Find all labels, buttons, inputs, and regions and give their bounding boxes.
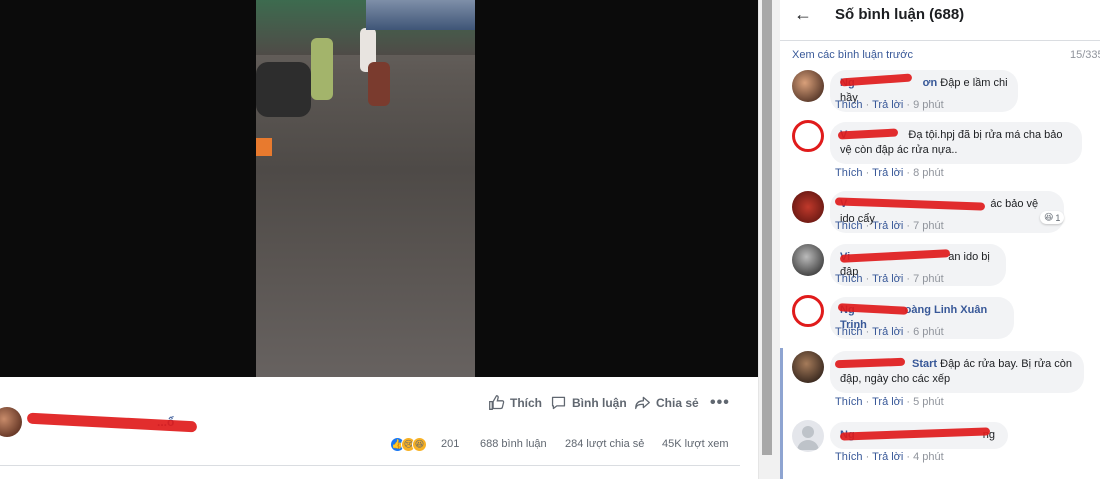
comment-label: Bình luận [572,395,627,410]
back-arrow-icon[interactable]: ← [794,4,812,25]
comment-author-tail[interactable]: ơn [923,77,938,89]
comments-panel: ← Số bình luận (688) Xem các bình luận t… [780,0,1100,479]
like-link[interactable]: Thích [835,326,863,338]
like-link[interactable]: Thích [835,99,863,111]
comment-pagination: 15/335 [1070,49,1100,61]
comment-actions: Thích · Trả lời · 6 phút [835,326,944,338]
avatar[interactable] [792,244,824,276]
comment-author-tail[interactable]: oàng [905,304,931,316]
facebook-video-viewer: Thích Bình luận Chia sẻ ••• ...ổ 👍 😢 😆 2… [0,0,1100,479]
comment-author-tail[interactable]: Start [912,358,937,370]
more-icon[interactable]: ••• [710,394,730,412]
reaction-count: 1 [1055,212,1061,223]
comment-time[interactable]: 7 phút [913,273,944,285]
comment-actions: Thích · Trả lời · 5 phút [835,396,944,408]
avatar[interactable] [792,191,824,223]
share-label: Chia sẻ [656,395,699,410]
reactions-count[interactable]: 201 [441,438,459,450]
avatar[interactable] [792,70,824,102]
like-link[interactable]: Thích [835,396,863,408]
comment-icon [551,396,566,410]
haha-reaction-icon: 😆 [1044,212,1054,222]
scene-motorbike [256,62,311,117]
haha-reaction-icon: 😆 [412,437,427,452]
share-icon [635,396,650,410]
comment-time[interactable]: 6 phút [913,326,944,338]
comment-time[interactable]: 7 phút [913,220,944,232]
comment-actions: Thích · Trả lời · 7 phút [835,220,944,232]
like-link[interactable]: Thích [835,273,863,285]
comment-time[interactable]: 4 phút [913,451,944,463]
divider [780,40,1100,41]
scene-person [368,62,390,106]
scene-person [311,38,333,100]
like-link[interactable]: Thích [835,167,863,179]
video-frame[interactable] [256,0,475,377]
avatar[interactable] [792,295,824,327]
reply-link[interactable]: Trả lời [872,220,903,232]
like-link[interactable]: Thích [835,220,863,232]
shares-count[interactable]: 284 lượt chia sẻ [565,438,644,450]
divider [0,465,740,466]
like-button[interactable]: Thích [488,394,542,411]
comment-time[interactable]: 5 phút [913,396,944,408]
view-previous-comments-link[interactable]: Xem các bình luận trước [792,49,913,61]
scene-object [256,138,272,156]
comment-bubble: V Đạ tội.hpj đã bị rửa má cha bảo vệ còn… [830,122,1082,164]
avatar[interactable] [792,351,824,383]
comment-actions: Thích · Trả lời · 4 phút [835,451,944,463]
reply-thread-line [780,348,783,479]
reply-link[interactable]: Trả lời [872,451,903,463]
reply-link[interactable]: Trả lời [872,396,903,408]
post-stats: 👍 😢 😆 201 688 bình luận 284 lượt chia sẻ… [390,437,740,453]
avatar[interactable] [792,120,824,152]
comment-actions: Thích · Trả lời · 9 phút [835,99,944,111]
comment-actions: Thích · Trả lời · 7 phút [835,273,944,285]
avatar[interactable] [792,420,824,452]
post-footer: Thích Bình luận Chia sẻ ••• ...ổ 👍 😢 😆 2… [0,377,758,479]
panel-title: Số bình luận (688) [835,6,965,23]
comments-count[interactable]: 688 bình luận [480,438,547,450]
scrollbar-thumb[interactable] [762,0,772,455]
reply-link[interactable]: Trả lời [872,273,903,285]
like-label: Thích [510,395,542,410]
default-avatar-icon [797,426,819,450]
like-icon [489,395,505,410]
author-avatar[interactable] [0,407,22,437]
comment-reaction-badge[interactable]: 😆 1 [1040,211,1065,224]
panel-header: ← Số bình luận (688) [780,0,1100,30]
like-link[interactable]: Thích [835,451,863,463]
comment-button[interactable]: Bình luận [550,394,627,411]
share-button[interactable]: Chia sẻ [634,394,699,411]
video-player[interactable] [0,0,758,377]
reply-link[interactable]: Trả lời [872,167,903,179]
views-count: 45K lượt xem [662,438,729,450]
reply-link[interactable]: Trả lời [872,326,903,338]
comment-actions: Thích · Trả lời · 8 phút [835,167,944,179]
comment-time[interactable]: 9 phút [913,99,944,111]
comment-bubble: Start Đập ác rửa bay. Bị rửa còn đập, ng… [830,351,1084,393]
scene-umbrellas [366,0,475,30]
reply-link[interactable]: Trả lời [872,99,903,111]
comment-time[interactable]: 8 phút [913,167,944,179]
